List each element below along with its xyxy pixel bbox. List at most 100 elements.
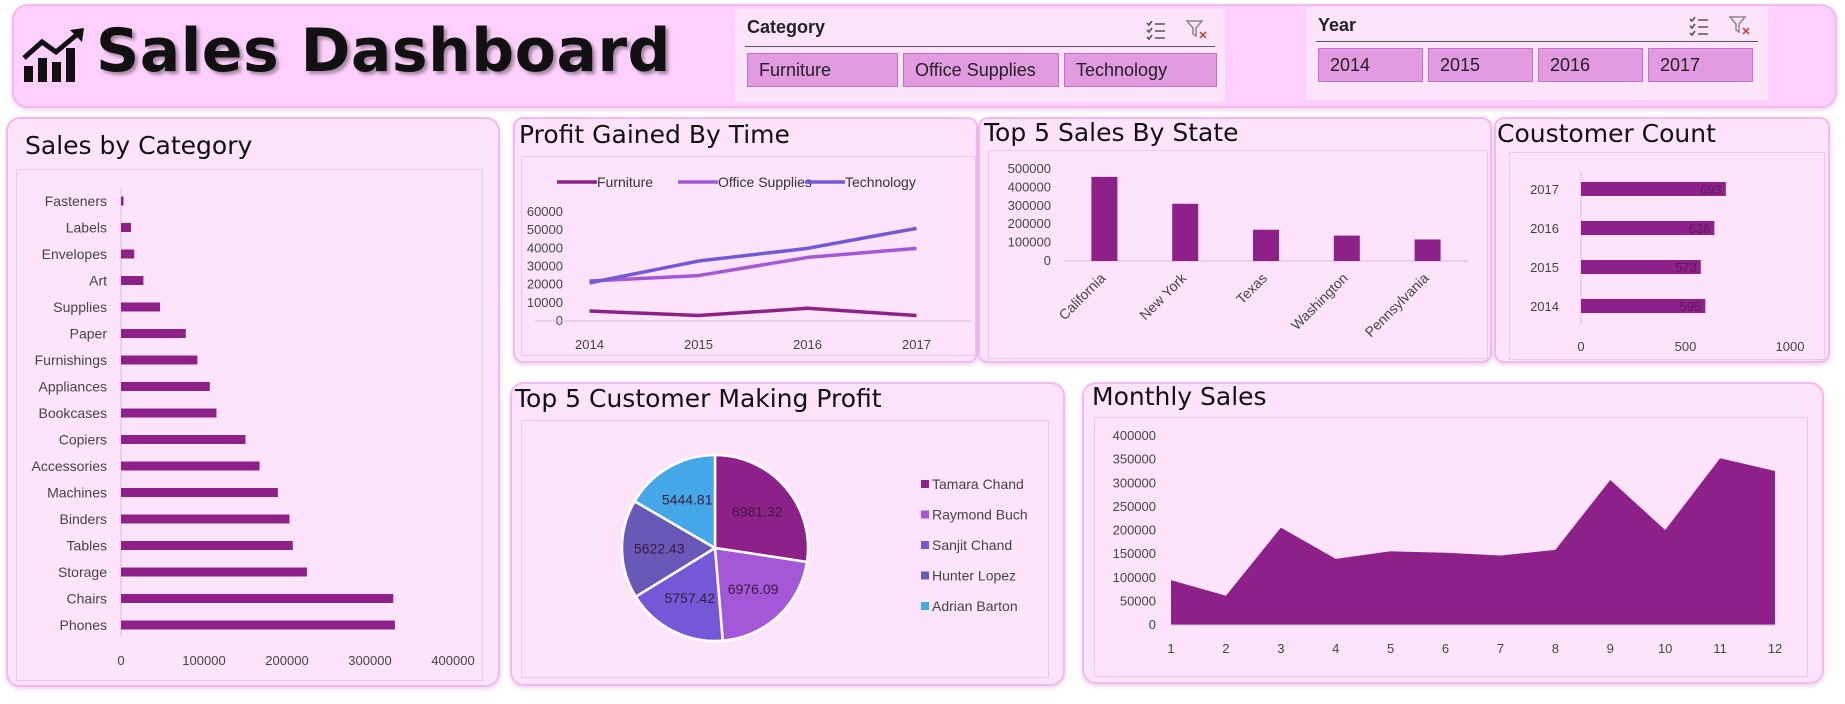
category-tick-label: Storage — [58, 564, 107, 580]
x-tick-label: 3 — [1277, 641, 1284, 656]
y-tick-label: 0 — [1044, 253, 1051, 268]
x-tick-label: 0 — [1577, 339, 1584, 354]
year-tick-label: 2016 — [1530, 221, 1559, 236]
state-tick-label: Texas — [1233, 270, 1270, 307]
category-bar — [121, 408, 217, 418]
x-tick-label: 1 — [1167, 641, 1174, 656]
y-tick-label: 50000 — [1120, 593, 1156, 608]
data-label: 5622.43 — [634, 541, 685, 557]
y-tick-label: 200000 — [1113, 523, 1156, 538]
data-label: 6976.09 — [728, 581, 779, 597]
clear-filter-icon[interactable] — [1728, 13, 1752, 37]
page-title: Sales Dashboard — [96, 16, 671, 86]
x-tick-label: 2017 — [902, 337, 931, 352]
legend-label: Raymond Buch — [932, 507, 1028, 523]
category-bar — [121, 196, 124, 206]
y-tick-label: 400000 — [1113, 428, 1156, 443]
category-bar — [121, 514, 290, 524]
state-bar — [1333, 235, 1360, 261]
x-tick-label: 0 — [117, 653, 124, 668]
category-button-technology[interactable]: Technology — [1064, 53, 1217, 87]
category-tick-label: Binders — [60, 511, 107, 527]
data-label: 638 — [1689, 221, 1711, 236]
x-tick-label: 500 — [1675, 339, 1697, 354]
y-tick-label: 100000 — [1113, 570, 1156, 585]
category-tick-label: Bookcases — [39, 405, 107, 421]
y-tick-label: 10000 — [527, 295, 563, 310]
category-tick-label: Envelopes — [42, 246, 107, 262]
y-tick-label: 500000 — [1008, 161, 1051, 176]
x-tick-label: 10 — [1658, 641, 1672, 656]
data-label: 573 — [1675, 260, 1697, 275]
category-bar — [121, 223, 131, 232]
y-tick-label: 60000 — [527, 204, 563, 219]
trend-chart-icon — [22, 28, 84, 82]
state-tick-label: Washington — [1288, 270, 1351, 333]
data-label: 5757.42 — [664, 590, 715, 606]
top5-state-title: Top 5 Sales By State — [984, 118, 1239, 147]
clear-filter-icon[interactable] — [1185, 17, 1209, 41]
profit-by-time-chart: 0100002000030000400005000060000201420152… — [527, 174, 971, 352]
year-tick-label: 2014 — [1530, 299, 1559, 314]
x-tick-label: 11 — [1713, 641, 1727, 656]
y-tick-label: 150000 — [1113, 546, 1156, 561]
x-tick-label: 300000 — [348, 653, 391, 668]
legend-swatch — [921, 480, 929, 488]
category-bar — [121, 329, 186, 338]
sales-by-category-chart: Fasteners Labels Envelopes Art Supplies Paper… — [32, 189, 475, 668]
state-tick-label: New York — [1136, 269, 1190, 323]
x-tick-label: 4 — [1332, 641, 1339, 656]
y-tick-label: 50000 — [527, 222, 563, 237]
category-tick-label: Furnishings — [35, 352, 107, 368]
y-tick-label: 200000 — [1008, 216, 1051, 231]
year-slicer-title: Year — [1318, 15, 1357, 35]
x-tick-label: 2 — [1222, 641, 1229, 656]
legend-label: Tamara Chand — [932, 476, 1024, 492]
legend-swatch — [921, 541, 929, 549]
category-tick-label: Tables — [67, 538, 107, 554]
state-bar — [1253, 229, 1279, 261]
data-label: 8981.32 — [732, 504, 783, 520]
x-tick-label: 7 — [1497, 641, 1504, 656]
year-button-2017[interactable]: 2017 — [1648, 48, 1753, 82]
category-bar — [121, 382, 210, 391]
legend-swatch — [921, 571, 929, 580]
x-tick-label: 9 — [1607, 641, 1614, 656]
legend-swatch — [921, 602, 929, 610]
category-bar — [121, 461, 260, 471]
x-tick-label: 5 — [1387, 641, 1394, 656]
state-bar — [1172, 203, 1199, 261]
y-tick-label: 20000 — [527, 277, 563, 292]
year-button-2014[interactable]: 2014 — [1318, 48, 1423, 82]
x-tick-label: 2014 — [575, 337, 604, 352]
category-button-furniture[interactable]: Furniture — [747, 53, 898, 87]
category-tick-label: Machines — [47, 485, 107, 501]
y-tick-label: 300000 — [1113, 475, 1156, 490]
x-tick-label: 2016 — [793, 337, 822, 352]
category-bar — [121, 435, 246, 444]
state-bar — [1091, 176, 1118, 261]
category-tick-label: Labels — [66, 220, 107, 236]
data-label: 595 — [1680, 299, 1702, 314]
legend-label: Office Supplies — [718, 174, 812, 190]
category-tick-label: Fasteners — [45, 193, 107, 209]
state-bar — [1414, 239, 1441, 261]
year-button-2015[interactable]: 2015 — [1428, 48, 1533, 82]
legend-label: Hunter Lopez — [932, 568, 1016, 584]
sales-area — [1171, 458, 1775, 625]
category-tick-label: Copiers — [59, 432, 107, 448]
multi-select-icon[interactable] — [1145, 19, 1167, 41]
year-button-2016[interactable]: 2016 — [1538, 48, 1643, 82]
multi-select-icon[interactable] — [1688, 15, 1710, 37]
legend-label: Adrian Barton — [932, 598, 1018, 614]
top5-customer-chart: 8981.32 Tamara Chand 6976.09 Raymond Buch 57… — [620, 453, 1028, 643]
legend-swatch — [921, 510, 929, 519]
category-button-office-supplies[interactable]: Office Supplies — [903, 53, 1059, 87]
x-tick-label: 200000 — [265, 653, 308, 668]
category-tick-label: Supplies — [53, 299, 107, 315]
series-line — [589, 306, 917, 318]
monthly-sales-chart: 0 50000 100000 150000 200000 250000 300000 3500… — [1113, 428, 1783, 656]
monthly-sales-title: Monthly Sales — [1092, 382, 1267, 411]
y-tick-label: 30000 — [527, 259, 563, 274]
category-bar — [121, 302, 161, 312]
